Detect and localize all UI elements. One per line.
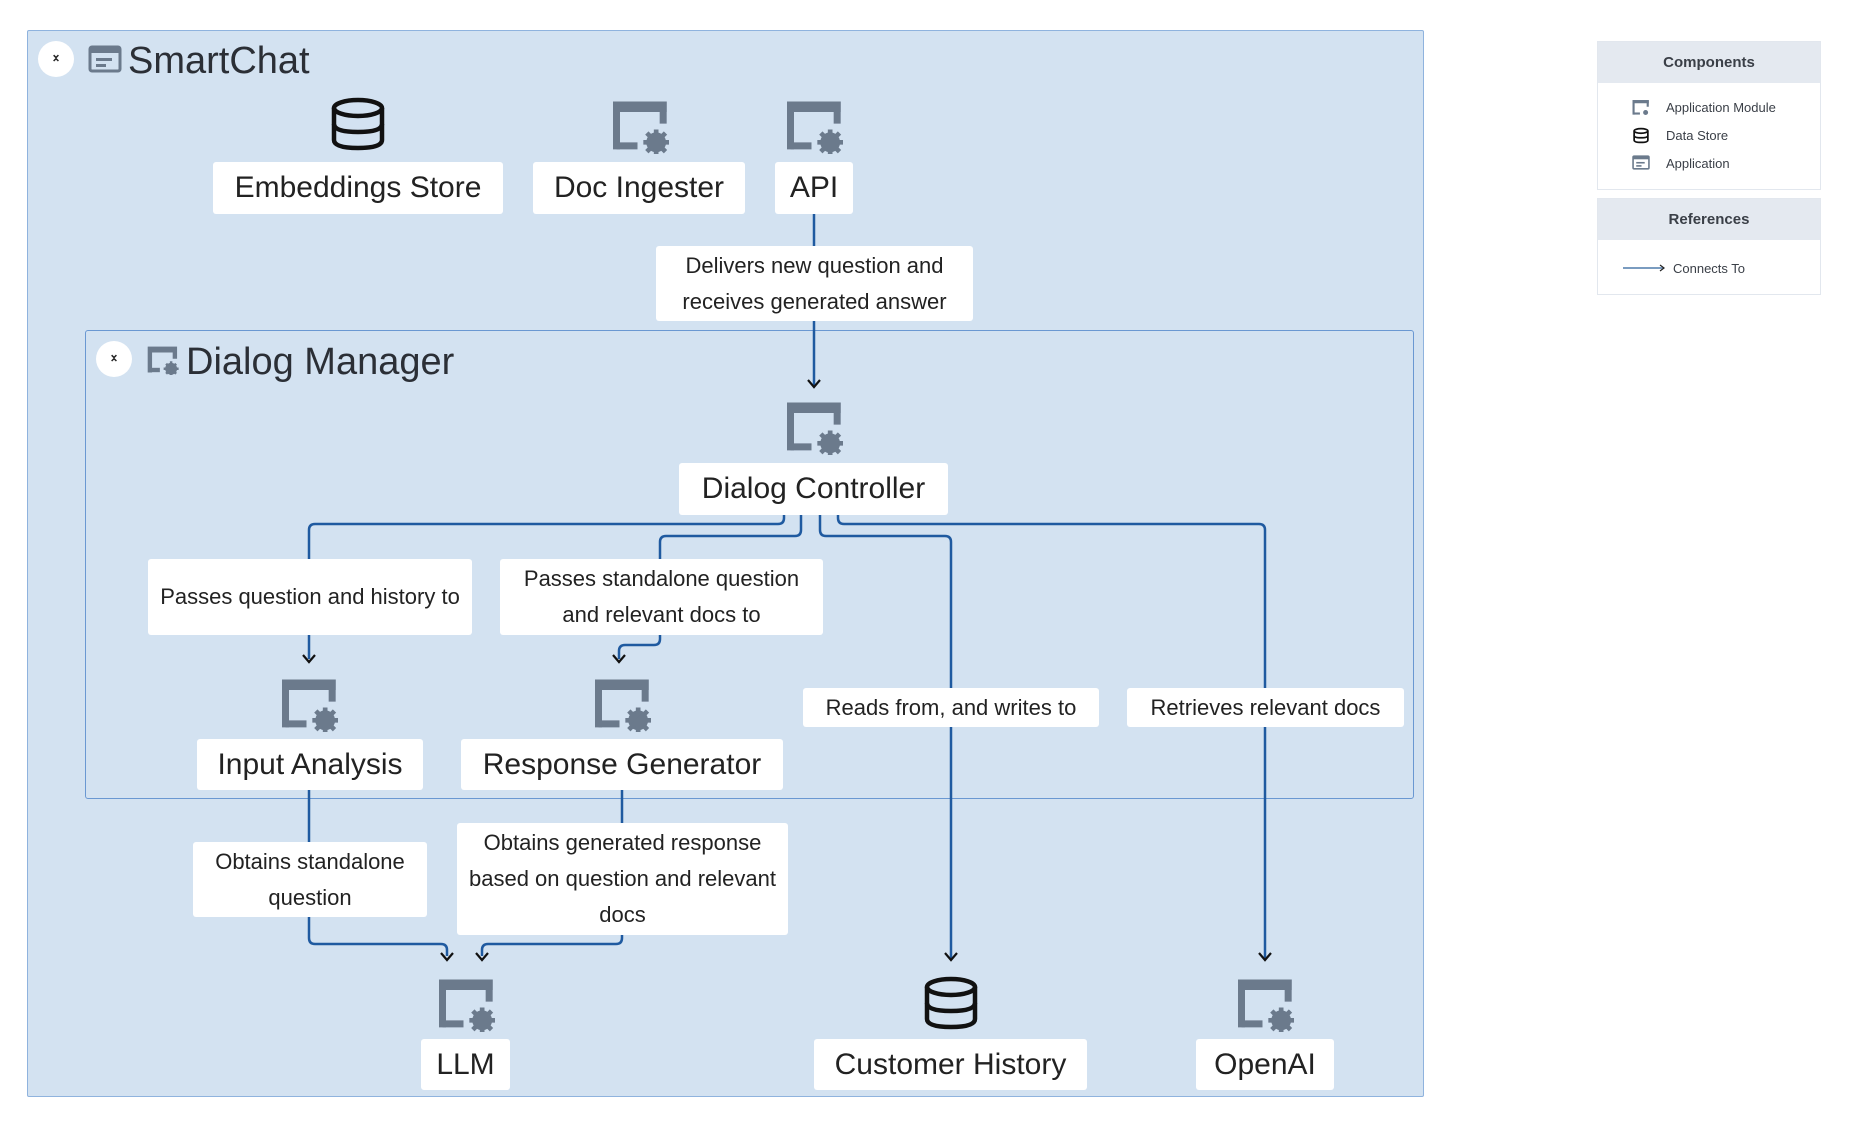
legend-item-application-module[interactable]: Application Module bbox=[1598, 93, 1820, 121]
node-input-analysis[interactable]: Input Analysis bbox=[197, 739, 423, 790]
legend-item-connects-to[interactable]: Connects To bbox=[1598, 240, 1820, 296]
application-module-icon bbox=[282, 679, 338, 732]
application-module-icon bbox=[1238, 979, 1294, 1032]
legend-references: References Connects To bbox=[1597, 198, 1821, 295]
node-customer-history[interactable]: Customer History bbox=[814, 1039, 1087, 1090]
node-embeddings-store[interactable]: Embeddings Store bbox=[213, 162, 503, 214]
application-module-icon bbox=[1632, 99, 1649, 115]
edge-label-dc-to-customer-history: Reads from, and writes to bbox=[803, 688, 1099, 727]
legend-components-title: Components bbox=[1598, 42, 1820, 83]
application-icon bbox=[1632, 155, 1650, 170]
application-module-icon bbox=[439, 979, 495, 1032]
node-dialog-controller[interactable]: Dialog Controller bbox=[679, 463, 948, 515]
legend-components: Components Application Module Data Store… bbox=[1597, 41, 1821, 190]
node-doc-ingester[interactable]: Doc Ingester bbox=[533, 162, 745, 214]
edge-dc-to-openai bbox=[836, 515, 1267, 958]
legend-item-label: Connects To bbox=[1673, 260, 1746, 276]
node-llm[interactable]: LLM bbox=[421, 1039, 510, 1090]
edge-dc-to-customer-history bbox=[818, 515, 953, 958]
application-module-icon bbox=[613, 101, 669, 154]
edge-label-dc-to-input-analysis: Passes question and history to bbox=[148, 559, 472, 635]
node-openai[interactable]: OpenAI bbox=[1196, 1039, 1334, 1090]
edge-label-api-to-dialog-controller: Delivers new question and receives gener… bbox=[656, 246, 973, 321]
application-module-icon bbox=[595, 679, 651, 732]
legend-item-application[interactable]: Application bbox=[1598, 149, 1820, 177]
data-store-icon bbox=[924, 976, 978, 1030]
node-api[interactable]: API bbox=[775, 162, 853, 214]
edge-label-dc-to-response-generator: Passes standalone question and relevant … bbox=[500, 559, 823, 635]
legend-item-data-store[interactable]: Data Store bbox=[1598, 121, 1820, 149]
legend-references-title: References bbox=[1598, 199, 1820, 240]
legend-item-label: Application Module bbox=[1666, 99, 1776, 115]
data-store-icon bbox=[331, 97, 385, 151]
application-module-icon bbox=[787, 101, 843, 154]
edge-label-dc-to-openai: Retrieves relevant docs bbox=[1127, 688, 1404, 727]
legend-item-label: Application bbox=[1666, 155, 1730, 171]
edge-label-response-generator-to-llm: Obtains generated response based on ques… bbox=[457, 823, 788, 935]
node-response-generator[interactable]: Response Generator bbox=[461, 739, 783, 790]
data-store-icon bbox=[1633, 127, 1649, 143]
application-module-icon bbox=[787, 402, 843, 455]
legend-item-label: Data Store bbox=[1666, 127, 1729, 143]
edge-label-input-analysis-to-llm: Obtains standalone question bbox=[193, 842, 427, 917]
arrow-line-icon bbox=[1623, 264, 1665, 272]
